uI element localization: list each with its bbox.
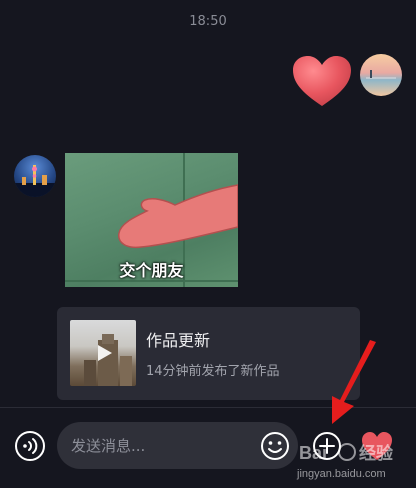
card-subtitle: 14分钟前发布了新作品: [146, 364, 280, 379]
svg-text:jingyan.baidu.com: jingyan.baidu.com: [296, 468, 386, 480]
emoji-button[interactable]: [259, 430, 291, 462]
watermark-logo: Bai 经验 jingyan.baidu.com: [296, 443, 394, 480]
heart-sticker-icon: [293, 56, 351, 106]
arrow-icon: [332, 340, 376, 424]
work-thumbnail[interactable]: [70, 320, 136, 386]
heart-sticker-message[interactable]: [291, 54, 353, 108]
baidu-jingyan-watermark: Bai 经验 jingyan.baidu.com: [295, 437, 416, 484]
message-input[interactable]: [57, 422, 261, 469]
svg-text:经验: 经验: [359, 443, 394, 464]
voice-button[interactable]: [14, 430, 46, 462]
work-update-card[interactable]: 作品更新 14分钟前发布了新作品: [57, 307, 360, 400]
emoji-icon: [261, 432, 289, 460]
self-avatar[interactable]: [360, 54, 402, 96]
meme-image-message[interactable]: 交个朋友: [65, 153, 238, 287]
avatar-image: [366, 70, 396, 79]
contact-avatar[interactable]: [14, 155, 56, 197]
play-icon: [98, 345, 112, 361]
card-title: 作品更新: [146, 331, 211, 350]
avatar-image: [14, 165, 56, 197]
annotation-arrow: [320, 340, 380, 425]
svg-text:Bai: Bai: [299, 443, 327, 463]
meme-caption: 交个朋友: [119, 261, 184, 280]
message-timestamp: 18:50: [189, 14, 227, 29]
voice-icon: [15, 431, 45, 461]
